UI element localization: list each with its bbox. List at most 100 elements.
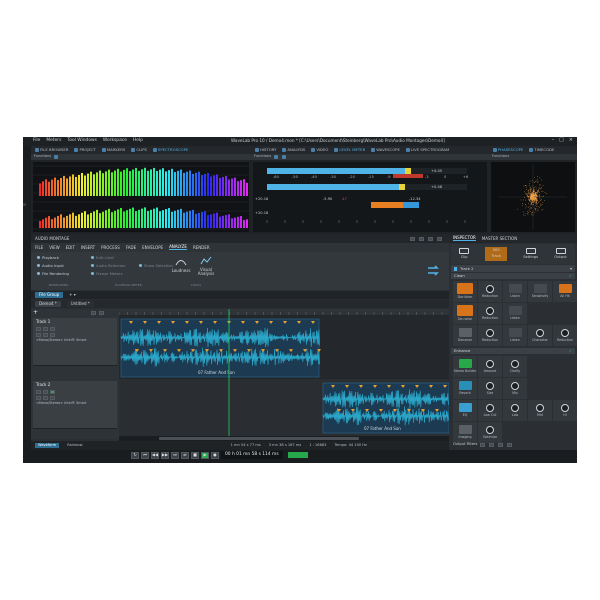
montage-menu-view[interactable]: VIEW (49, 245, 59, 250)
inspector-settings-button[interactable]: Settings (523, 248, 538, 260)
chevron-down-icon[interactable]: ▾ (570, 266, 572, 271)
option-row[interactable]: Freeze Meters (91, 271, 126, 276)
tab-markers[interactable]: MARKERS (101, 148, 125, 152)
lock-button[interactable] (36, 396, 41, 400)
document-tab[interactable]: Demo4 * (35, 301, 61, 307)
snap-icon[interactable] (428, 236, 433, 241)
montage-menu-file[interactable]: FILE (35, 245, 43, 250)
module-cell[interactable]: Stereo Builder (453, 356, 477, 377)
timeline-lanes[interactable]: 07 Father And Son 07 Father And Son (119, 309, 449, 441)
settings-icon[interactable] (54, 155, 59, 159)
monitor-button[interactable] (50, 333, 55, 337)
tab-phasescope[interactable]: PHASESCOPE (493, 148, 523, 152)
module-cell[interactable]: Mid (528, 400, 552, 421)
module-cell[interactable]: Amount (478, 356, 502, 377)
montage-menu-render[interactable]: RENDER (193, 245, 210, 250)
tab-level-meter[interactable]: LEVEL METER (334, 148, 365, 152)
close-icon[interactable]: × (569, 138, 573, 143)
module-cell[interactable]: Character (528, 325, 552, 346)
menu-item-tool-windows[interactable]: Tool Windows (67, 138, 97, 143)
module-cell[interactable]: Denoiser (453, 325, 477, 346)
undo-icon[interactable] (410, 236, 415, 241)
option-row[interactable]: Audio Input (37, 263, 69, 268)
inspector-clip-button[interactable]: Clip (459, 248, 470, 260)
record-button[interactable]: ● (211, 451, 219, 459)
record-button[interactable] (43, 396, 48, 400)
play-button[interactable]: ▶ (201, 451, 209, 459)
tab-analysis[interactable]: ANALYSIS (282, 148, 305, 152)
waveform-mode-button[interactable]: Waveform (35, 442, 60, 449)
montage-menu-fade[interactable]: FADE (126, 245, 136, 250)
forward-button[interactable]: ▶▶ (161, 451, 169, 459)
rainbow-mode-button[interactable]: Rainbow (67, 443, 82, 448)
solo-button[interactable] (43, 327, 48, 331)
rail-label[interactable]: ☰ (23, 203, 27, 206)
module-cell[interactable]: Listen (503, 303, 527, 324)
module-cell[interactable]: Reduction (478, 281, 502, 302)
track-selector[interactable]: Track 2 ▾ (451, 265, 575, 272)
tab-spectroscope[interactable]: SPECTROSCOPE (152, 148, 188, 152)
rewind-button[interactable]: ◀◀ (151, 451, 159, 459)
module-cell[interactable]: Hi (553, 400, 577, 421)
check-icon[interactable]: ✓ (569, 349, 572, 353)
module-cell[interactable]: Reverb (453, 378, 477, 399)
module-cell[interactable]: Listen (503, 325, 527, 346)
track-plugin[interactable]: <Mono/Stereo> Intel® Smart (33, 338, 117, 343)
functions-label[interactable]: Functions (254, 155, 271, 159)
visual-analysis-tool[interactable]: Visual Analysis (195, 256, 217, 277)
tab-live-spectrogram[interactable]: LIVE SPECTROGRAM (405, 148, 449, 152)
functions-label[interactable]: Functions (34, 155, 51, 159)
tab-wavescope[interactable]: WAVESCOPE (371, 148, 400, 152)
menu-item-meters[interactable]: Meters (46, 138, 61, 143)
inspector-tab[interactable]: MASTER SECTION (482, 236, 517, 241)
zoom-icon[interactable] (437, 236, 442, 241)
option-row[interactable]: Show Selection (139, 264, 173, 268)
tab-video[interactable]: VIDEO (311, 148, 328, 152)
track-tool-icon[interactable] (91, 311, 96, 315)
module-cell[interactable]: Sensitivity (528, 281, 552, 302)
add-group-icon[interactable]: + ▾ (69, 293, 76, 297)
audio-clip[interactable]: 07 Father And Son (120, 318, 321, 378)
module-cell[interactable]: All Hit (553, 281, 577, 302)
module-cell[interactable]: De-noise (453, 303, 477, 324)
go-end-button[interactable]: ⏭ (171, 451, 179, 459)
loop-button[interactable]: ↻ (131, 451, 139, 459)
arrows-icon[interactable] (427, 264, 441, 279)
file-group-tab[interactable]: File Group (35, 292, 64, 298)
audio-clip[interactable]: 07 Father And Son (322, 382, 449, 434)
module-cell[interactable]: Declicker (453, 281, 477, 302)
filter-icon[interactable] (480, 442, 486, 447)
record-button[interactable] (43, 333, 48, 337)
tab-timecode[interactable]: TIMECODE (529, 148, 554, 152)
loudness-tool[interactable]: Loudness (171, 256, 191, 273)
inspector-tab[interactable]: INSPECTOR (453, 236, 476, 241)
menu-item-workspace[interactable]: Workspace (103, 138, 127, 143)
option-row[interactable]: Audio Selection (91, 263, 126, 268)
montage-menu-analyze[interactable]: ANALYZE (169, 245, 187, 250)
horizontal-scrollbar[interactable] (159, 437, 359, 440)
module-cell[interactable]: Low Cut (478, 400, 502, 421)
stop-button[interactable]: ■ (191, 451, 199, 459)
maximize-icon[interactable]: □ (559, 138, 564, 143)
module-cell[interactable]: Reduction (478, 325, 502, 346)
module-cell[interactable]: Low (503, 400, 527, 421)
menu-item-file[interactable]: File (33, 138, 40, 143)
track-header-2[interactable]: Track 2 <Mono/Stereo> Intel® Smart (33, 381, 117, 429)
monitor-button[interactable] (50, 396, 55, 400)
module-cell[interactable]: Clarity (503, 356, 527, 377)
tab-project[interactable]: PROJECT (74, 148, 96, 152)
montage-menu-insert[interactable]: INSERT (81, 245, 95, 250)
track-header-1[interactable]: Track 1 <Mono/Stereo> Intel® Smart (33, 318, 117, 366)
module-cell[interactable]: Listen (503, 281, 527, 302)
reset-icon[interactable] (282, 155, 287, 159)
check-icon[interactable]: ✓ (569, 274, 572, 278)
module-cell[interactable]: EQ (453, 400, 477, 421)
montage-menu-envelope[interactable]: ENVELOPE (142, 245, 163, 250)
mute-button[interactable] (36, 390, 41, 394)
tab-file-browser[interactable]: FILE BROWSER (35, 148, 68, 152)
filter-icon[interactable] (489, 442, 495, 447)
functions-label[interactable]: Functions (492, 155, 509, 159)
redo-icon[interactable] (419, 236, 424, 241)
track-plugin[interactable]: <Mono/Stereo> Intel® Smart (33, 401, 117, 406)
filter-icon[interactable] (498, 442, 504, 447)
